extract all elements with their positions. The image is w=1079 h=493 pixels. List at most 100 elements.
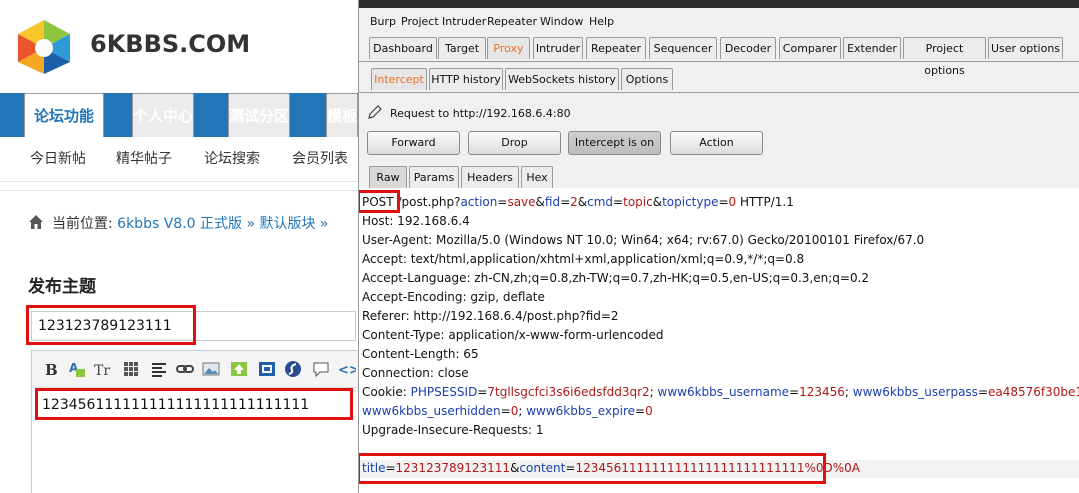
separator: = — [565, 461, 576, 475]
nav-tab-test-area[interactable]: 测试分区 — [228, 93, 291, 137]
forward-button[interactable]: Forward — [367, 131, 460, 155]
sub-nav-featured[interactable]: 精华帖子 — [116, 137, 172, 181]
menu-repeater[interactable]: Repeater — [487, 15, 537, 28]
svg-text:<>: <> — [338, 363, 356, 378]
site-logo-text: 6KBBS.COM — [90, 30, 251, 58]
tab-comparer[interactable]: Comparer — [779, 37, 841, 59]
tab-decoder[interactable]: Decoder — [720, 37, 776, 59]
param-value: 2 — [570, 195, 578, 209]
param-name: fid — [544, 195, 561, 209]
font-icon[interactable]: Tr — [94, 360, 112, 378]
separator: ; — [649, 385, 658, 399]
menu-bar: Burp Project Intruder Repeater Window He… — [359, 8, 1079, 34]
title-input[interactable]: 123123789123111 — [31, 311, 356, 341]
tab-project-options[interactable]: Project options — [903, 37, 986, 77]
grid-icon[interactable] — [122, 360, 140, 378]
code-icon[interactable]: <> — [338, 360, 356, 378]
tab-repeater[interactable]: Repeater — [586, 37, 646, 59]
tab-dashboard[interactable]: Dashboard — [369, 37, 437, 59]
header-line: Content-Type: application/x-www-form-url… — [362, 328, 664, 342]
header-text: Accept-Encoding: gzip, deflate — [362, 290, 545, 304]
nav-tab-templates[interactable]: 模板 — [326, 93, 359, 137]
upload-image-icon[interactable] — [230, 360, 248, 378]
intercept-toggle-button[interactable]: Intercept is on — [568, 131, 661, 155]
menu-window[interactable]: Window — [540, 15, 583, 28]
color-icon[interactable]: A — [68, 360, 86, 378]
header-text: Referer: http://192.168.6.4/post.php?fid… — [362, 309, 619, 323]
sub-nav-search[interactable]: 论坛搜索 — [204, 137, 260, 181]
page-title: 发布主题 — [28, 277, 96, 297]
image-icon[interactable] — [202, 360, 220, 378]
http-method: POST — [362, 195, 394, 209]
header-line: Accept-Encoding: gzip, deflate — [362, 290, 545, 304]
header-line: Referer: http://192.168.6.4/post.php?fid… — [362, 309, 619, 323]
param-name: www6kbbs_userpass — [852, 385, 978, 399]
tab-raw[interactable]: Raw — [369, 166, 407, 188]
header-line: Connection: close — [362, 366, 469, 380]
tab-extender[interactable]: Extender — [843, 37, 901, 59]
tab-target[interactable]: Target — [438, 37, 486, 59]
flash-icon[interactable] — [284, 360, 302, 378]
separator: = — [497, 195, 508, 209]
header-text: Accept: text/html,application/xhtml+xml,… — [362, 252, 805, 266]
separator: = — [977, 385, 988, 399]
align-icon[interactable] — [150, 360, 168, 378]
http-protocol: HTTP/1.1 — [736, 195, 794, 209]
tab-headers[interactable]: Headers — [461, 166, 519, 188]
header-text: Connection: close — [362, 366, 469, 380]
sub-nav-today-posts[interactable]: 今日新帖 — [30, 137, 86, 181]
breadcrumb: 当前位置: 6kbbs V8.0 正式版 » 默认版块 » — [0, 190, 360, 261]
nav-tab-personal-center[interactable]: 个人中心 — [132, 93, 195, 137]
tab-sequencer[interactable]: Sequencer — [649, 37, 717, 59]
param-value: 0 — [645, 404, 653, 418]
tab-intercept[interactable]: Intercept — [371, 68, 427, 90]
menu-help[interactable]: Help — [589, 15, 614, 28]
media-icon[interactable] — [258, 360, 276, 378]
tab-hex[interactable]: Hex — [521, 166, 553, 188]
comment-icon[interactable] — [312, 360, 330, 378]
tab-options[interactable]: Options — [621, 68, 673, 90]
tab-params[interactable]: Params — [409, 166, 459, 188]
param-name: action — [460, 195, 498, 209]
nav-tab-forum-features[interactable]: 论坛功能 — [24, 93, 104, 137]
sub-nav-members[interactable]: 会员列表 — [292, 137, 348, 181]
menu-burp[interactable]: Burp — [370, 15, 396, 28]
tab-websockets-history[interactable]: WebSockets history — [505, 68, 619, 90]
separator: = — [718, 195, 729, 209]
burp-window: Burp Project Intruder Repeater Window He… — [358, 0, 1079, 493]
forum-page: 6KBBS.COM 论坛功能 个人中心 测试分区 模板 今日新帖 精华帖子 论坛… — [0, 0, 360, 493]
tab-user-options[interactable]: User options — [988, 37, 1063, 59]
action-button[interactable]: Action — [670, 131, 763, 155]
pencil-icon — [368, 105, 382, 119]
rich-text-editor[interactable]: B A Tr <> 123456111111111111111111111111 — [31, 350, 360, 493]
menu-project[interactable]: Project — [401, 15, 439, 28]
message-view-tab-bar: Raw Params Headers Hex — [359, 166, 1079, 189]
param-name: www6kbbs_userhidden — [362, 404, 501, 418]
menu-intruder[interactable]: Intruder — [442, 15, 486, 28]
breadcrumb-link[interactable]: 6kbbs V8.0 正式版 » 默认版块 » — [117, 216, 328, 232]
sub-nav: 今日新帖 精华帖子 论坛搜索 会员列表 — [0, 137, 360, 182]
param-name: PHPSESSID — [410, 385, 478, 399]
tab-proxy[interactable]: Proxy — [487, 37, 530, 59]
header-line: Upgrade-Insecure-Requests: 1 — [362, 423, 544, 437]
drop-button[interactable]: Drop — [468, 131, 561, 155]
separator: = — [613, 195, 624, 209]
header-line: Host: 192.168.6.4 — [362, 214, 470, 228]
editor-content[interactable]: 123456111111111111111111111111 — [42, 397, 309, 413]
header-line: Content-Length: 65 — [362, 347, 479, 361]
link-icon[interactable] — [176, 360, 194, 378]
svg-text:B: B — [45, 361, 58, 378]
raw-request-editor[interactable]: POST /post.php?action=save&fid=2&cmd=top… — [359, 188, 1079, 493]
bold-icon[interactable]: B — [42, 360, 60, 378]
svg-text:Tr: Tr — [94, 363, 110, 378]
separator: = — [477, 385, 488, 399]
window-titlebar — [359, 0, 1079, 8]
tab-http-history[interactable]: HTTP history — [429, 68, 503, 90]
request-path: /post.php? — [393, 195, 461, 209]
separator: = — [635, 404, 646, 418]
param-name: www6kbbs_username — [657, 385, 790, 399]
request-line: POST /post.php?action=save&fid=2&cmd=top… — [362, 195, 794, 209]
tab-intruder[interactable]: Intruder — [533, 37, 583, 59]
param-value: 123456 — [799, 385, 845, 399]
forum-header: 6KBBS.COM — [0, 0, 360, 92]
